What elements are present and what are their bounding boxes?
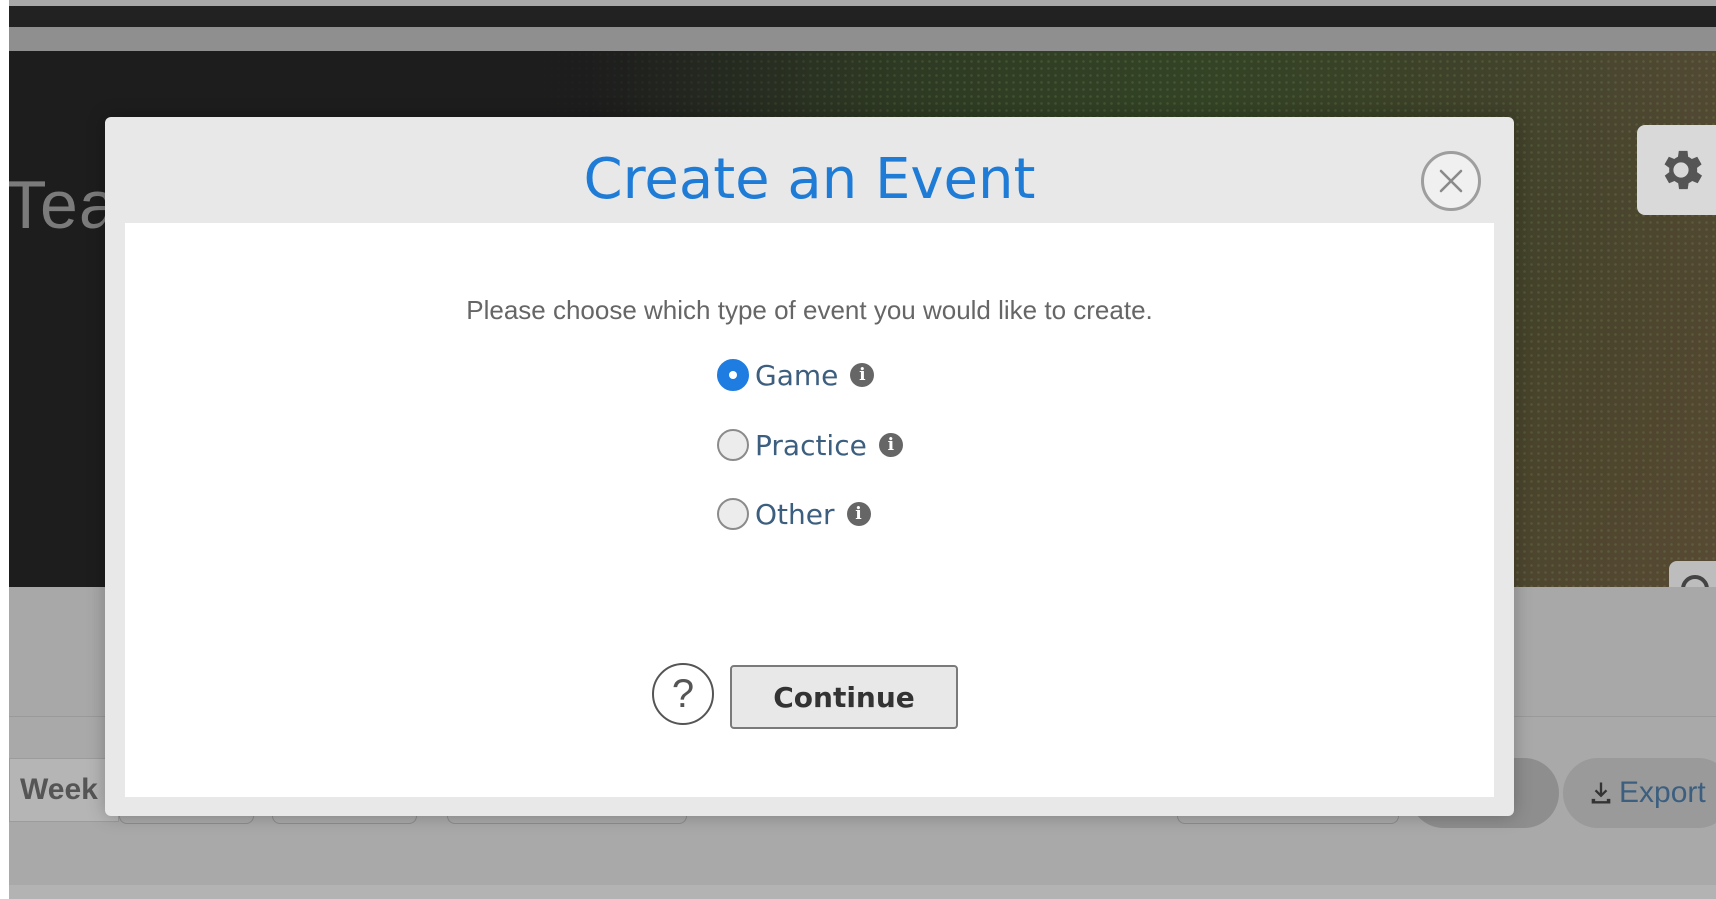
continue-button[interactable]: Continue [730,665,958,729]
dialog-prompt: Please choose which type of event you wo… [466,295,1153,325]
download-icon [1591,782,1611,804]
gear-icon [1664,150,1703,190]
close-icon [1439,169,1463,193]
footer-strip [9,885,1716,899]
dialog-body: Please choose which type of event you wo… [125,223,1494,797]
event-type-practice[interactable]: Practice i [717,425,903,465]
sub-bar [9,27,1716,51]
option-label: Practice [755,428,867,462]
top-bar [9,6,1716,27]
export-label: Export [1619,776,1706,809]
create-event-dialog: Create an Event Please choose which type… [105,117,1514,816]
team-title: Tea [9,167,118,243]
practice-radio[interactable] [717,429,749,461]
option-label: Game [755,358,839,392]
event-type-other[interactable]: Other i [717,494,871,534]
info-icon[interactable]: i [878,433,903,457]
event-type-game[interactable]: Game i [717,355,875,395]
close-button[interactable] [1421,151,1481,211]
info-icon[interactable]: i [850,363,875,387]
info-icon[interactable]: i [846,502,871,526]
question-icon[interactable]: ? [652,663,714,725]
option-label: Other [755,497,835,531]
dialog-title: Create an Event [583,147,1036,212]
week-view-button[interactable]: Week [9,758,119,822]
game-radio[interactable] [717,359,749,391]
export-button[interactable]: Export [1563,758,1716,828]
other-radio[interactable] [717,498,749,530]
settings-button[interactable] [1637,125,1716,215]
